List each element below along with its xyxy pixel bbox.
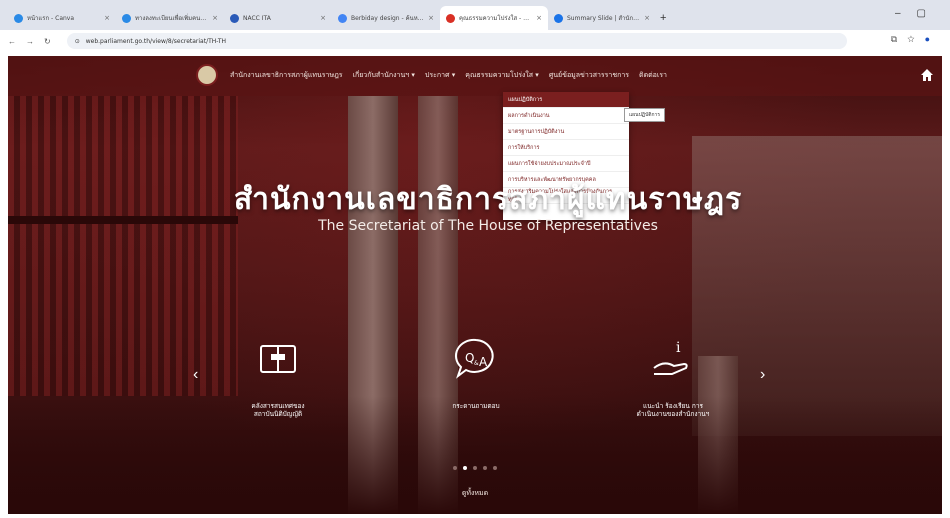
dropdown-item[interactable]: มาตรฐานการปฏิบัติงาน [503, 124, 629, 140]
new-tab-button[interactable]: + [660, 12, 666, 24]
browser-tab[interactable]: Berbiday design - ค้นหาด้วย Google × [332, 6, 440, 30]
shelf-divider [8, 216, 238, 224]
bookmark-star-icon[interactable]: ☆ [907, 34, 924, 44]
tab-close-icon[interactable]: × [644, 14, 650, 22]
tab-favicon-icon [554, 13, 563, 23]
tab-label: Summary Slide | สำนักงานเลขาธิการ... [567, 15, 640, 22]
hero-subtitle: The Secretariat of The House of Represen… [318, 218, 658, 234]
nav-item[interactable]: สำนักงานเลขาธิการสภาผู้แทนราษฎร [230, 70, 343, 81]
carousel-dot[interactable] [463, 466, 467, 470]
see-all-link[interactable]: ดูทั้งหมด [8, 488, 942, 499]
dropdown-item[interactable]: แผนปฏิบัติการ [503, 92, 629, 108]
hero-title: สำนักงานเลขาธิการสภาผู้แทนราษฎร [233, 182, 743, 217]
svg-text:A: A [479, 355, 488, 369]
nav-menu: สำนักงานเลขาธิการสภาผู้แทนราษฎร เกี่ยวกับ… [230, 70, 667, 81]
feature-legislative-archive[interactable]: คลังสารสนเทศของ สถาบันนิติบัญญัติ [218, 334, 338, 418]
browser-tab[interactable]: NACC ITA × [224, 6, 332, 30]
carousel-next-arrow-icon[interactable]: › [760, 366, 765, 384]
tab-favicon-icon [14, 13, 23, 23]
url-text: web.parliament.go.th/view/8/secretariat/… [85, 37, 227, 45]
tooltip: แผนปฏิบัติการ [624, 108, 666, 122]
nav-item[interactable]: ติดต่อเรา [639, 70, 667, 81]
dropdown-item[interactable]: การให้บริการ [503, 140, 629, 156]
carousel-indicators [453, 466, 497, 470]
browser-tab[interactable]: หน้าแรก - Canva × [8, 6, 116, 30]
tab-close-icon[interactable]: × [212, 14, 218, 22]
carousel-dot[interactable] [453, 466, 457, 470]
website-viewport: สำนักงานเลขาธิการสภาผู้แทนราษฎร เกี่ยวกับ… [8, 56, 942, 514]
tab-close-icon[interactable]: × [104, 14, 110, 22]
translate-icon[interactable]: ⧉ [891, 34, 907, 44]
site-info-icon[interactable]: ⊙ [75, 38, 80, 45]
tab-label: คุณธรรมความโปร่งใส - สำนักงานเลขาธิการสภ… [459, 15, 532, 22]
parliament-logo[interactable] [196, 64, 218, 86]
carousel-dot[interactable] [473, 466, 477, 470]
feature-label: กระดานถามตอบ [452, 402, 500, 410]
browser-tab[interactable]: คุณธรรมความโปร่งใส - สำนักงานเลขาธิการสภ… [440, 6, 548, 30]
profile-icon[interactable]: ● [925, 34, 940, 44]
browser-tab[interactable]: Summary Slide | สำนักงานเลขาธิการ... × [548, 6, 656, 30]
svg-text:i: i [676, 340, 681, 356]
info-hand-icon: i [653, 340, 688, 375]
nav-item[interactable]: เกี่ยวกับสำนักงานฯ ▾ [353, 70, 415, 81]
tab-favicon-icon [446, 13, 455, 23]
tab-label: ทางลงทะเบียนเพื่อเพิ่มคนเข้าถึงร... [135, 15, 208, 22]
tab-close-icon[interactable]: × [320, 14, 326, 22]
toolbar-icons[interactable]: ⧉☆● [891, 34, 940, 45]
law-book-icon [260, 345, 296, 373]
qa-bubble-icon: Q & A [454, 338, 494, 379]
browser-toolbar: ← → ↻ ⊙ web.parliament.go.th/view/8/secr… [0, 30, 950, 52]
dropdown-item[interactable]: แผนการใช้จ่ายงบประมาณประจำปี [503, 156, 629, 172]
nav-item[interactable]: คุณธรรมความโปร่งใส ▾ [465, 70, 539, 81]
browser-tab-bar: หน้าแรก - Canva × ทางลงทะเบียนเพื่อเพิ่มคน… [0, 0, 950, 30]
tab-label: หน้าแรก - Canva [27, 15, 75, 22]
home-icon[interactable] [920, 68, 934, 82]
dropdown-item[interactable]: ผลการดำเนินงาน [503, 108, 629, 124]
reload-icon[interactable]: ↻ [44, 37, 51, 46]
feature-label: คลังสารสนเทศของ สถาบันนิติบัญญัติ [251, 402, 305, 418]
forward-icon[interactable]: → [26, 37, 34, 46]
carousel-dot[interactable] [483, 466, 487, 470]
nav-item[interactable]: ประกาศ ▾ [425, 70, 455, 81]
feature-complaints[interactable]: i แนะนำ ร้องเรียน การ ดำเนินงานของสำนักง… [613, 334, 733, 418]
site-navbar: สำนักงานเลขาธิการสภาผู้แทนราษฎร เกี่ยวกับ… [8, 56, 942, 96]
tab-close-icon[interactable]: × [428, 14, 434, 22]
carousel-prev-arrow-icon[interactable]: ‹ [193, 366, 198, 384]
carousel-dot[interactable] [493, 466, 497, 470]
tab-label: Berbiday design - ค้นหาด้วย Google [351, 15, 424, 22]
back-icon[interactable]: ← [8, 37, 16, 46]
nav-item[interactable]: ศูนย์ข้อมูลข่าวสารราชการ [549, 70, 629, 81]
tab-favicon-icon [230, 13, 239, 23]
tab-favicon-icon [122, 13, 131, 23]
address-bar[interactable]: ⊙ web.parliament.go.th/view/8/secretaria… [66, 33, 847, 49]
window-controls[interactable]: –▢ [895, 8, 942, 19]
tab-favicon-icon [338, 13, 347, 23]
tab-label: NACC ITA [243, 14, 271, 22]
feature-qa-board[interactable]: Q & A กระดานถามตอบ [416, 334, 536, 410]
bookshelf-background [8, 96, 238, 396]
tab-close-icon[interactable]: × [536, 14, 542, 22]
feature-label: แนะนำ ร้องเรียน การ ดำเนินงานของสำนักงาน… [636, 402, 710, 418]
browser-tab[interactable]: ทางลงทะเบียนเพื่อเพิ่มคนเข้าถึงร... × [116, 6, 224, 30]
